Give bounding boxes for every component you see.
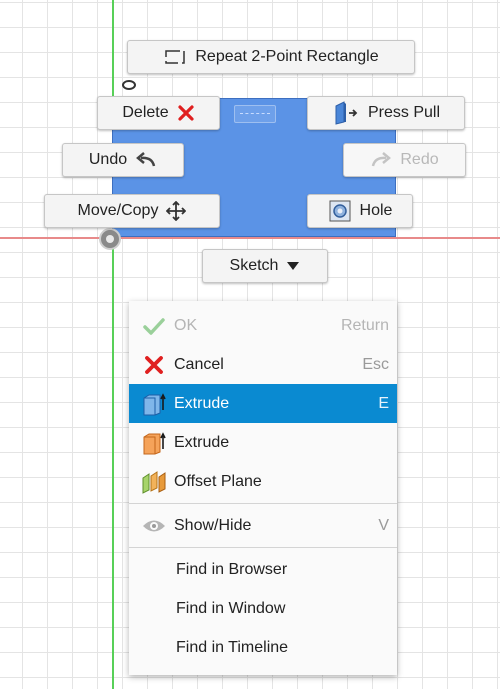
press-pull-button[interactable]: Press Pull <box>307 96 465 130</box>
menu-item-extrude[interactable]: Extrude <box>129 423 397 462</box>
hole-button[interactable]: Hole <box>307 194 413 228</box>
undo-label: Undo <box>88 151 128 168</box>
menu-item-shortcut: Esc <box>362 355 389 373</box>
menu-item-label: Find in Window <box>176 599 286 617</box>
menu-item-find-in-window[interactable]: Find in Window <box>129 589 397 628</box>
dimension-widget <box>234 105 276 123</box>
origin-point[interactable] <box>99 228 121 250</box>
menu-item-shortcut: E <box>378 394 389 412</box>
repeat-command-button[interactable]: Repeat 2-Point Rectangle <box>127 40 415 74</box>
redo-button[interactable]: Redo <box>343 143 466 177</box>
sketch-dropdown-button[interactable]: Sketch <box>202 249 328 283</box>
eye-icon <box>134 518 174 534</box>
menu-item-label: Find in Browser <box>176 560 288 578</box>
menu-item-show-hide[interactable]: Show/Hide V <box>129 506 397 545</box>
delete-button[interactable]: Delete <box>97 96 220 130</box>
sketch-label: Sketch <box>229 257 279 274</box>
menu-item-cancel[interactable]: Cancel Esc <box>129 345 397 384</box>
delete-x-icon <box>177 104 195 122</box>
menu-item-extrude-selected[interactable]: Extrude E <box>129 384 397 423</box>
dropdown-triangle-icon <box>286 260 300 272</box>
hole-label: Hole <box>359 202 393 219</box>
hole-icon <box>328 199 352 223</box>
repeat-command-label: Repeat 2-Point Rectangle <box>195 48 379 65</box>
move-copy-button[interactable]: Move/Copy <box>44 194 220 228</box>
menu-item-label: Find in Timeline <box>176 638 289 656</box>
extrude-orange-icon <box>134 431 174 455</box>
context-menu: OK Return Cancel Esc Extrude E Extrude O… <box>129 301 397 675</box>
redo-label: Redo <box>400 151 439 168</box>
menu-item-label: Cancel <box>174 355 224 373</box>
move-copy-label: Move/Copy <box>77 202 159 219</box>
rectangle-icon <box>163 48 187 66</box>
sketch-point-marker <box>122 80 136 90</box>
menu-item-shortcut: Return <box>340 316 389 334</box>
move-arrows-icon <box>166 201 187 221</box>
menu-item-find-in-browser[interactable]: Find in Browser <box>129 550 397 589</box>
menu-item-label: Show/Hide <box>174 516 252 534</box>
press-pull-label: Press Pull <box>367 104 441 121</box>
menu-item-offset-plane[interactable]: Offset Plane <box>129 462 397 501</box>
menu-item-label: Extrude <box>174 394 230 412</box>
menu-separator <box>129 547 397 548</box>
menu-item-label: Offset Plane <box>174 472 262 490</box>
delete-label: Delete <box>122 104 169 121</box>
x-axis-line <box>0 237 500 239</box>
press-pull-icon <box>332 100 360 126</box>
offset-plane-icon <box>134 470 174 494</box>
menu-item-find-in-timeline[interactable]: Find in Timeline <box>129 628 397 667</box>
redo-arrow-icon <box>370 151 392 169</box>
menu-item-shortcut: V <box>378 516 389 534</box>
menu-item-label: OK <box>174 316 198 334</box>
checkmark-icon <box>134 316 174 336</box>
undo-arrow-icon <box>135 151 157 169</box>
extrude-icon <box>134 392 174 416</box>
menu-item-label: Extrude <box>174 433 230 451</box>
menu-item-ok[interactable]: OK Return <box>129 306 397 345</box>
undo-button[interactable]: Undo <box>62 143 184 177</box>
menu-separator <box>129 503 397 504</box>
cancel-x-icon <box>134 354 174 376</box>
